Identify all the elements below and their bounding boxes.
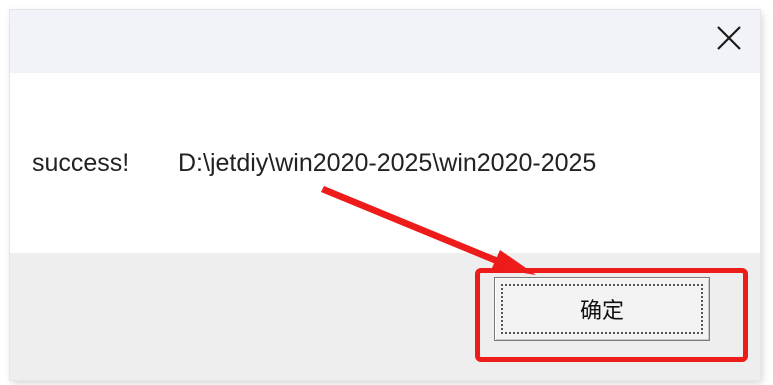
output-path-text: D:\jetdiy\win2020-2025\win2020-2025 [178, 149, 597, 177]
close-icon [717, 26, 741, 50]
ok-button[interactable]: 确定 [494, 277, 710, 341]
dialog-content: success! D:\jetdiy\win2020-2025\win2020-… [10, 73, 760, 253]
status-message: success! [32, 149, 130, 177]
ok-button-label: 确定 [579, 299, 624, 324]
screenshot-stage: success! D:\jetdiy\win2020-2025\win2020-… [0, 0, 773, 385]
close-button[interactable] [706, 18, 752, 58]
dialog-titlebar [10, 10, 760, 73]
